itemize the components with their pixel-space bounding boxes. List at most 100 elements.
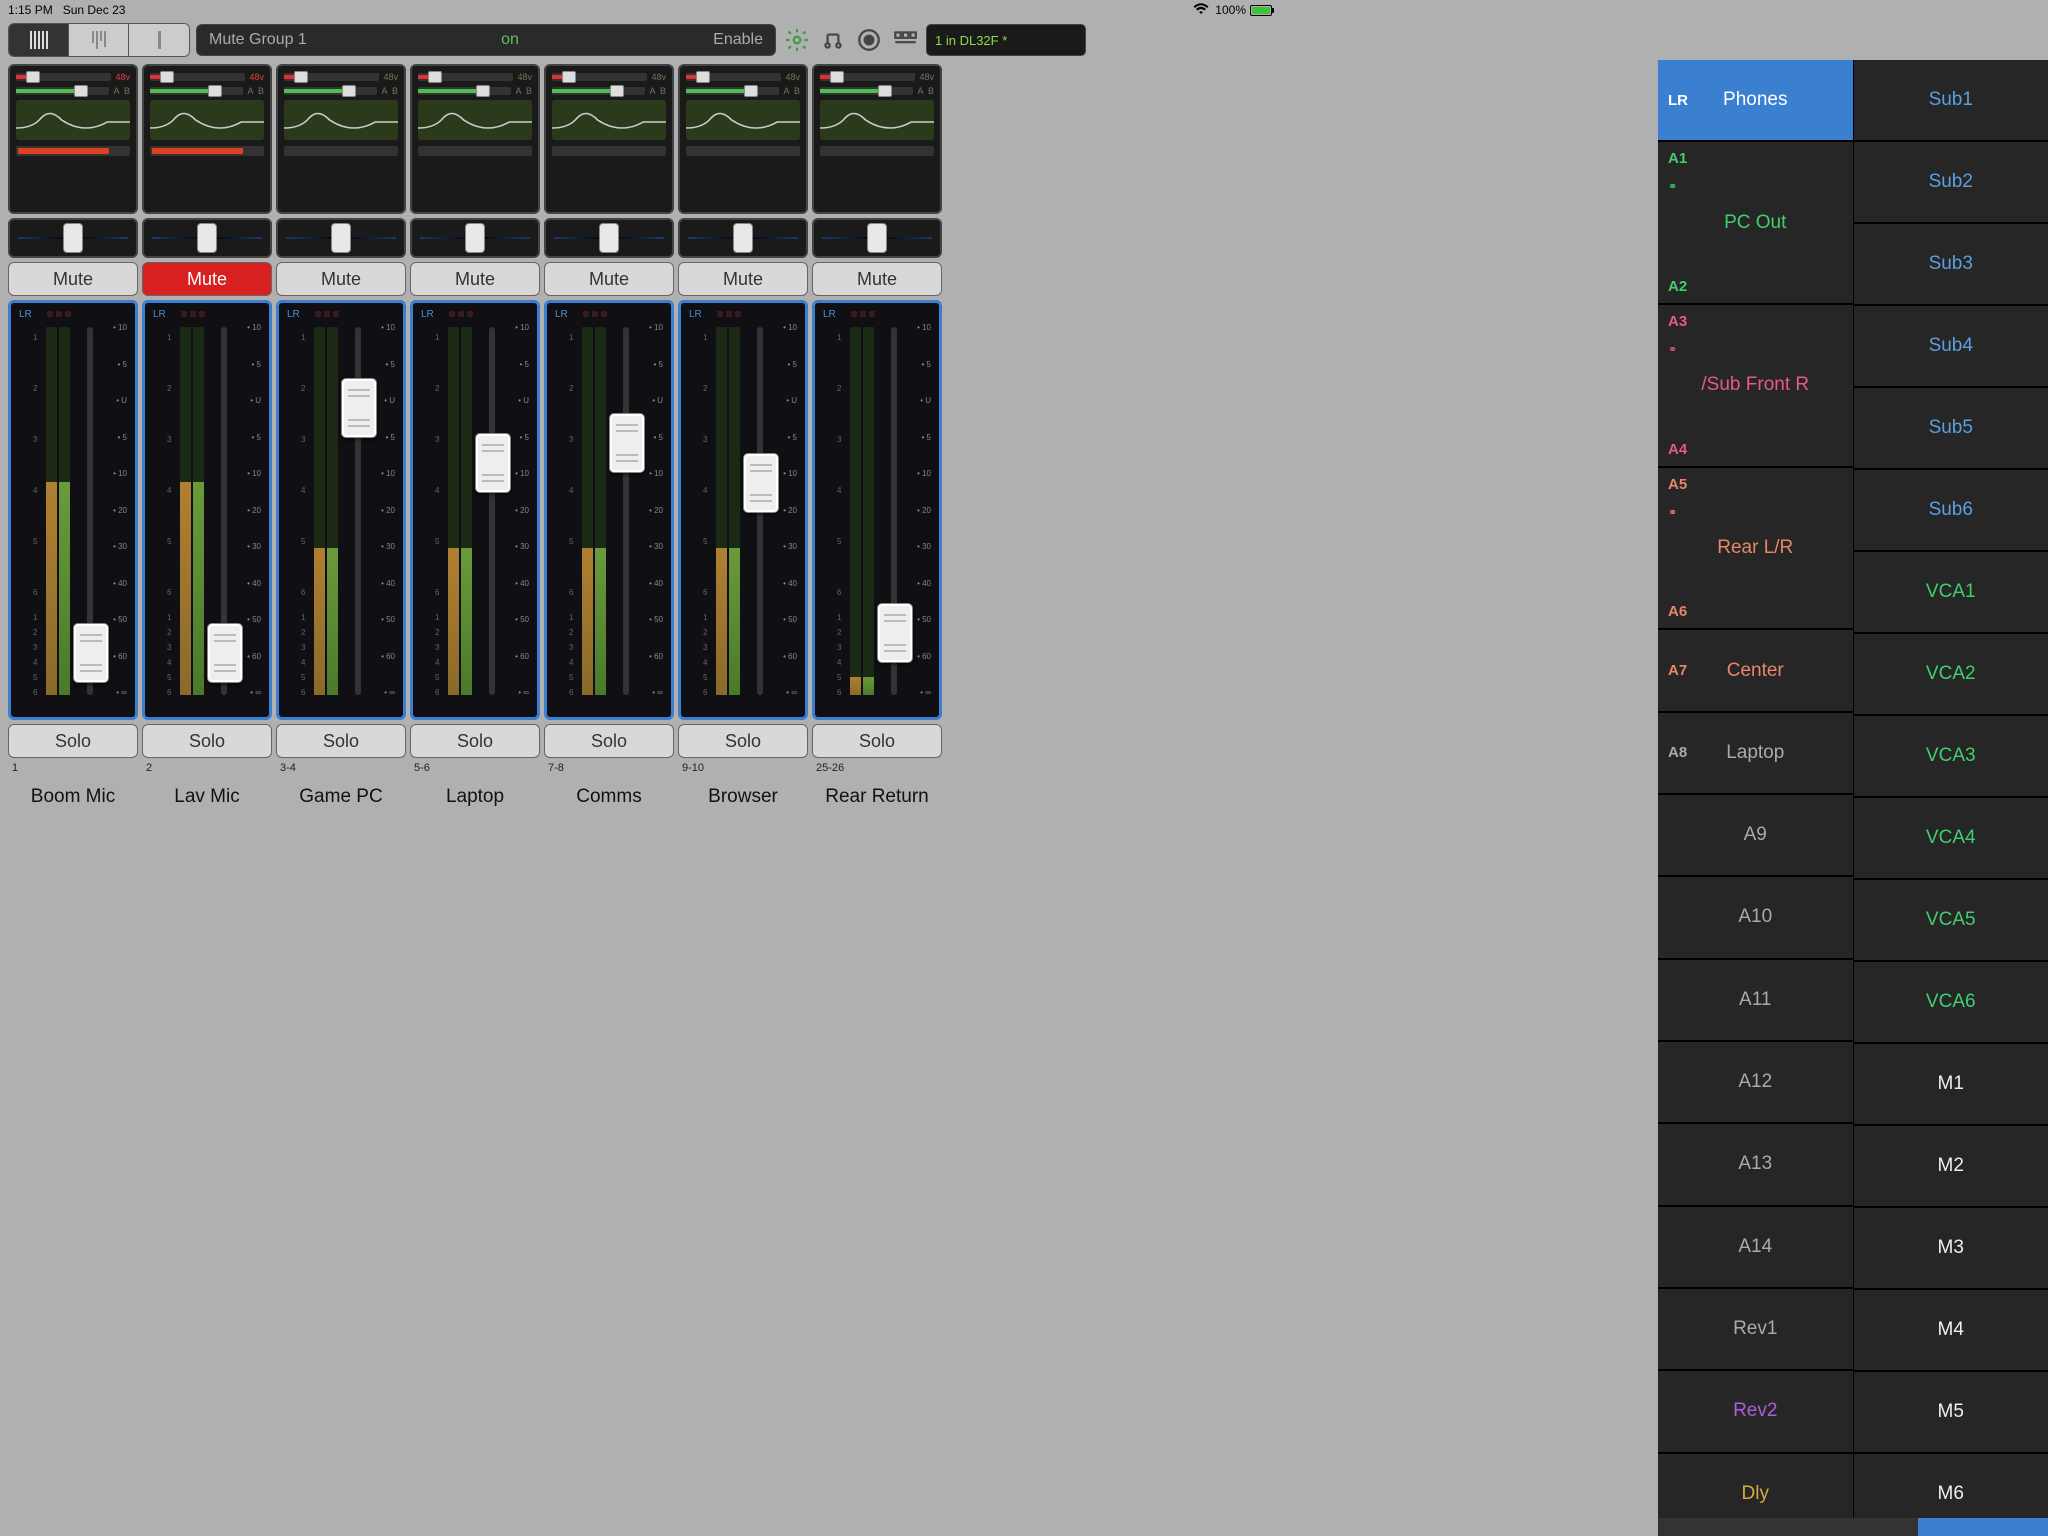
bus-select-row[interactable]: VCA6: [1854, 962, 2048, 1044]
bus-select-row[interactable]: A14: [1658, 1207, 1853, 1289]
pan-control[interactable]: [544, 218, 674, 258]
eq-curve[interactable]: [552, 100, 666, 140]
gear-icon[interactable]: [782, 25, 812, 55]
channel-input-section[interactable]: 48v A B: [678, 64, 808, 214]
comp-meter[interactable]: [552, 146, 666, 156]
fader-cap[interactable]: [341, 378, 377, 438]
fader-cap[interactable]: [877, 603, 913, 663]
comp-meter[interactable]: [418, 146, 532, 156]
mute-button[interactable]: Mute: [8, 262, 138, 296]
pan-control[interactable]: [142, 218, 272, 258]
eq-curve[interactable]: [16, 100, 130, 140]
channel-name[interactable]: Laptop: [410, 778, 540, 816]
eq-curve[interactable]: [284, 100, 398, 140]
solo-button[interactable]: Solo: [544, 724, 674, 758]
bus-select-row[interactable]: M4: [1854, 1290, 2048, 1372]
bus-select-row[interactable]: LRPhones: [1658, 60, 1853, 142]
bus-select-row[interactable]: M3: [1854, 1208, 2048, 1290]
bus-select-row[interactable]: VCA3: [1854, 716, 2048, 798]
fader-cap[interactable]: [743, 453, 779, 513]
view-switch[interactable]: [8, 23, 190, 57]
snapshot-display[interactable]: 1 in DL32F *: [926, 24, 1086, 56]
comp-meter[interactable]: [284, 146, 398, 156]
pan-control[interactable]: [678, 218, 808, 258]
bus-select-row[interactable]: A13: [1658, 1124, 1853, 1206]
bus-select-row[interactable]: A9: [1658, 795, 1853, 877]
channel-input-section[interactable]: 48v A B: [812, 64, 942, 214]
channel-name[interactable]: Rear Return: [812, 778, 942, 816]
fader-cap[interactable]: [207, 623, 243, 683]
solo-button[interactable]: Solo: [142, 724, 272, 758]
bus-select-row[interactable]: A11: [1658, 960, 1853, 1042]
channel-input-section[interactable]: 48v A B: [410, 64, 540, 214]
record-icon[interactable]: [854, 25, 884, 55]
bus-select-row[interactable]: A10: [1658, 877, 1853, 959]
pan-control[interactable]: [8, 218, 138, 258]
solo-button[interactable]: Solo: [276, 724, 406, 758]
view-mixer-button[interactable]: [69, 24, 129, 56]
bus-select-row[interactable]: Sub6: [1854, 470, 2048, 552]
comp-meter[interactable]: [820, 146, 934, 156]
channel-name[interactable]: Lav Mic: [142, 778, 272, 816]
fader-area[interactable]: LR • 10• 5• U• 5• 10• 20• 30• 40• 50• 60…: [678, 300, 808, 720]
channel-input-section[interactable]: 48v A B: [8, 64, 138, 214]
io-icon[interactable]: [818, 25, 848, 55]
pan-control[interactable]: [276, 218, 406, 258]
fader-cap[interactable]: [475, 433, 511, 493]
fader-area[interactable]: LR • 10• 5• U• 5• 10• 20• 30• 40• 50• 60…: [8, 300, 138, 720]
view-overview-button[interactable]: [9, 24, 69, 56]
fader-area[interactable]: LR • 10• 5• U• 5• 10• 20• 30• 40• 50• 60…: [544, 300, 674, 720]
comp-meter[interactable]: [150, 146, 264, 156]
bus-select-row[interactable]: A8Laptop: [1658, 713, 1853, 795]
bus-select-row[interactable]: VCA1: [1854, 552, 2048, 634]
bus-select-row[interactable]: A7Center: [1658, 630, 1853, 712]
eq-curve[interactable]: [686, 100, 800, 140]
fader-area[interactable]: LR • 10• 5• U• 5• 10• 20• 30• 40• 50• 60…: [142, 300, 272, 720]
solo-button[interactable]: Solo: [812, 724, 942, 758]
bus-select-row[interactable]: Sub4: [1854, 306, 2048, 388]
solo-button[interactable]: Solo: [8, 724, 138, 758]
bus-select-row[interactable]: A12: [1658, 1042, 1853, 1124]
bus-select-row[interactable]: A5⚭A6Rear L/R: [1658, 468, 1853, 631]
bus-select-row[interactable]: VCA2: [1854, 634, 2048, 716]
shows-icon[interactable]: [890, 25, 920, 55]
view-channel-button[interactable]: [129, 24, 189, 56]
channel-name[interactable]: Browser: [678, 778, 808, 816]
fader-cap[interactable]: [73, 623, 109, 683]
bus-select-row[interactable]: Rev1: [1658, 1289, 1853, 1371]
eq-curve[interactable]: [820, 100, 934, 140]
bus-select-row[interactable]: Sub1: [1854, 60, 2048, 142]
solo-button[interactable]: Solo: [410, 724, 540, 758]
fader-area[interactable]: LR • 10• 5• U• 5• 10• 20• 30• 40• 50• 60…: [410, 300, 540, 720]
fader-area[interactable]: LR • 10• 5• U• 5• 10• 20• 30• 40• 50• 60…: [276, 300, 406, 720]
eq-curve[interactable]: [418, 100, 532, 140]
mute-button[interactable]: Mute: [410, 262, 540, 296]
bus-select-row[interactable]: VCA5: [1854, 880, 2048, 962]
bus-select-row[interactable]: M5: [1854, 1372, 2048, 1454]
pan-control[interactable]: [410, 218, 540, 258]
channel-input-section[interactable]: 48v A B: [544, 64, 674, 214]
mute-button[interactable]: Mute: [544, 262, 674, 296]
comp-meter[interactable]: [686, 146, 800, 156]
channel-name[interactable]: Game PC: [276, 778, 406, 816]
solo-button[interactable]: Solo: [678, 724, 808, 758]
bus-select-row[interactable]: M1: [1854, 1044, 2048, 1126]
channel-input-section[interactable]: 48v A B: [276, 64, 406, 214]
channel-name[interactable]: Comms: [544, 778, 674, 816]
fader-cap[interactable]: [609, 413, 645, 473]
bus-select-row[interactable]: A1⚭A2PC Out: [1658, 142, 1853, 305]
bus-select-row[interactable]: Rev2: [1658, 1371, 1853, 1453]
eq-curve[interactable]: [150, 100, 264, 140]
mute-button[interactable]: Mute: [678, 262, 808, 296]
bus-select-row[interactable]: VCA4: [1854, 798, 2048, 880]
mute-button[interactable]: Mute: [142, 262, 272, 296]
channel-name[interactable]: Boom Mic: [8, 778, 138, 816]
mute-button[interactable]: Mute: [276, 262, 406, 296]
bus-select-row[interactable]: Sub5: [1854, 388, 2048, 470]
fader-area[interactable]: LR • 10• 5• U• 5• 10• 20• 30• 40• 50• 60…: [812, 300, 942, 720]
bus-select-row[interactable]: Sub3: [1854, 224, 2048, 306]
channel-input-section[interactable]: 48v A B: [142, 64, 272, 214]
comp-meter[interactable]: [16, 146, 130, 156]
mute-group-bar[interactable]: Mute Group 1 on Enable: [196, 24, 776, 56]
bus-select-row[interactable]: A3⚭A4/Sub Front R: [1658, 305, 1853, 468]
